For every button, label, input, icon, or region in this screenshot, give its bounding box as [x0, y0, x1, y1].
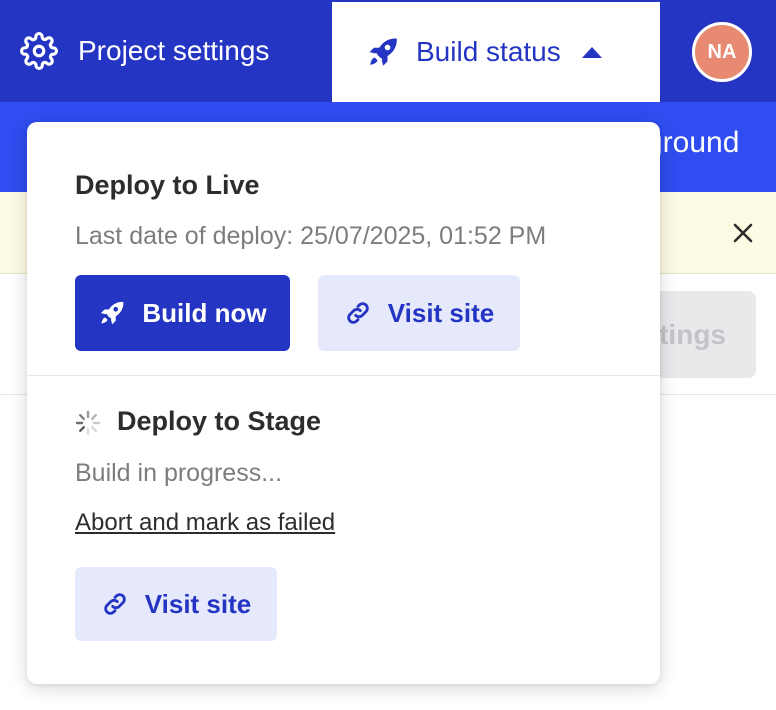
caret-up-icon [581, 45, 603, 59]
abort-build-link[interactable]: Abort and mark as failed [75, 509, 335, 537]
build-now-label: Build now [142, 297, 267, 328]
avatar-initials: NA [707, 40, 737, 63]
close-icon[interactable] [730, 220, 756, 246]
deploy-stage-title: Deploy to Stage [117, 406, 322, 436]
build-status-tab[interactable]: Build status [332, 0, 660, 102]
stage-build-status: Build in progress... [75, 459, 283, 487]
visit-stage-site-button[interactable]: Visit site [75, 567, 277, 641]
build-now-button[interactable]: Build now [75, 275, 290, 351]
visit-live-site-button[interactable]: Visit site [318, 275, 520, 351]
rocket-icon [98, 299, 126, 327]
deploy-live-title: Deploy to Live [75, 170, 260, 200]
last-deploy-date: Last date of deploy: 25/07/2025, 01:52 P… [75, 222, 547, 250]
link-icon [101, 590, 129, 618]
visit-live-site-label: Visit site [387, 297, 495, 328]
build-status-label: Build status [416, 36, 561, 67]
page: Project settings Build status NA ground … [0, 0, 776, 710]
user-avatar[interactable]: NA [692, 22, 752, 82]
project-settings-tab[interactable]: Project settings [0, 0, 332, 102]
project-settings-label: Project settings [78, 35, 270, 66]
gear-icon [20, 32, 58, 70]
link-icon [344, 299, 372, 327]
settings-button-label: ttings [649, 318, 726, 350]
section-divider [27, 375, 660, 376]
spinner-icon [75, 410, 101, 436]
secondary-bar-partial-text[interactable]: ground [646, 126, 739, 160]
visit-stage-site-label: Visit site [144, 588, 252, 619]
rocket-icon [366, 35, 400, 69]
build-status-dropdown: Deploy to Live Last date of deploy: 25/0… [27, 122, 660, 684]
